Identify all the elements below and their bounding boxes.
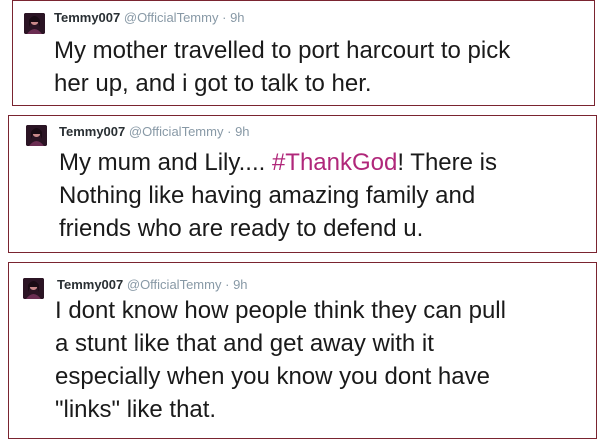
tweet-text: My mother travelled to port harcourt to …: [54, 34, 584, 100]
tweet-header: Temmy007 @OfficialTemmy · 9h: [54, 10, 245, 26]
avatar[interactable]: [26, 125, 47, 146]
avatar-image: [24, 13, 45, 34]
timestamp[interactable]: 9h: [230, 10, 244, 25]
tweet-text-line: My mum and Lily.... #ThankGod! There is: [59, 146, 589, 179]
tweet-text-line: My mother travelled to port harcourt to …: [54, 37, 511, 64]
user-handle[interactable]: @OfficialTemmy: [127, 277, 222, 292]
timestamp[interactable]: 9h: [233, 277, 247, 292]
user-handle[interactable]: @OfficialTemmy: [124, 10, 219, 25]
user-handle[interactable]: @OfficialTemmy: [129, 124, 224, 139]
display-name[interactable]: Temmy007: [59, 124, 125, 139]
separator: ·: [222, 10, 227, 25]
text-segment: My mum and Lily....: [59, 149, 272, 176]
tweet-text-line: a stunt like that and get away with it: [55, 330, 434, 357]
display-name[interactable]: Temmy007: [54, 10, 120, 25]
tweet-text: My mum and Lily.... #ThankGod! There is …: [59, 146, 589, 245]
tweet-text-line: "links" like that.: [55, 396, 217, 423]
tweet-card[interactable]: Temmy007 @OfficialTemmy · 9h I dont know…: [8, 262, 597, 439]
tweet-header: Temmy007 @OfficialTemmy · 9h: [59, 124, 250, 140]
avatar[interactable]: [24, 13, 45, 34]
tweet-text-line: especially when you know you dont have: [55, 363, 490, 390]
tweet-text: I dont know how people think they can pu…: [55, 294, 590, 426]
avatar-image: [23, 278, 44, 299]
text-segment: ! There is: [397, 149, 497, 176]
tweet-text-line: Nothing like having amazing family and: [59, 182, 476, 209]
avatar[interactable]: [23, 278, 44, 299]
hashtag-link[interactable]: #ThankGod: [272, 149, 397, 176]
avatar-image: [26, 125, 47, 146]
tweet-text-line: friends who are ready to defend u.: [59, 215, 424, 242]
tweet-text-line: I dont know how people think they can pu…: [55, 297, 506, 324]
separator: ·: [227, 124, 232, 139]
tweet-text-line: her up, and i got to talk to her.: [54, 70, 372, 97]
separator: ·: [225, 277, 230, 292]
timestamp[interactable]: 9h: [235, 124, 249, 139]
display-name[interactable]: Temmy007: [57, 277, 123, 292]
tweet-header: Temmy007 @OfficialTemmy · 9h: [57, 277, 248, 293]
tweet-card[interactable]: Temmy007 @OfficialTemmy · 9h My mum and …: [8, 115, 597, 253]
tweet-card[interactable]: Temmy007 @OfficialTemmy · 9h My mother t…: [12, 0, 595, 106]
